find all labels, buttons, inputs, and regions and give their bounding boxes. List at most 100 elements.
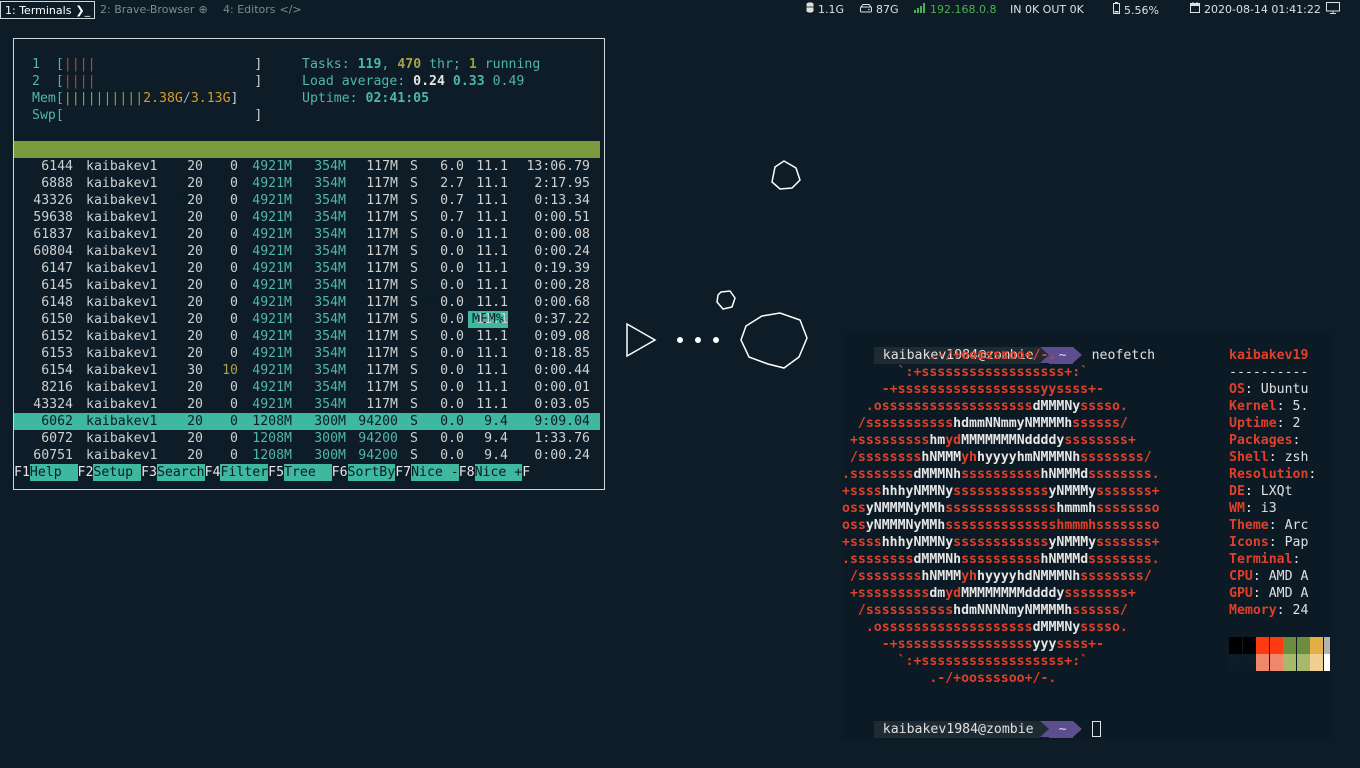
process-table-header[interactable]: PID USER PRI NI VIRT RES SHR S CPU% MEM%… [14, 141, 600, 344]
prompt-arrow-icon [1072, 347, 1082, 363]
info-title: kaibakev19 [1229, 347, 1308, 364]
process-row[interactable]: 60751 kaibakev1 20 0 1208M 300M 94200 S 0.0 9.4 0:… [14, 447, 600, 464]
ascii-art-segment: `:+ssssssssssssssssss+:` [842, 365, 1089, 380]
prompt-line-2[interactable]: kaibakev1984@zombie ~ [842, 704, 1101, 738]
fkey-7-label[interactable]: Nice - [411, 464, 459, 481]
fkey-1-label[interactable]: Help [29, 464, 78, 481]
cell-shr: 117M [366, 278, 398, 293]
cell-pri: 20 [187, 431, 203, 446]
process-row[interactable]: 6152 kaibakev1 20 0 4921M 354M 117M S 0.0 11.1 0:0… [14, 328, 600, 345]
cell-pid: 6062 [41, 414, 73, 429]
fkey-8-label[interactable]: Nice + [474, 464, 523, 481]
process-row[interactable]: 8216 kaibakev1 20 0 4921M 354M 117M S 0.0 11.1 0:0… [14, 379, 600, 396]
fkey-2-label[interactable]: Setup [93, 464, 142, 481]
process-row[interactable]: 6062 kaibakev1 20 0 1208M 300M 94200 S 0.0 9.4 9:0… [14, 413, 600, 430]
workspace-2-brave-browser[interactable]: 2: Brave-Browser ⊕ [96, 1, 212, 18]
ascii-art-segment: hm [929, 433, 946, 448]
process-row[interactable]: 43324 kaibakev1 20 0 4921M 354M 117M S 0.0 11.1 0:… [14, 396, 600, 413]
ascii-art-segment: hyyyyhmNMMMNh [977, 450, 1081, 465]
dot-3 [713, 337, 719, 343]
terminal-icon: ❯_ [75, 4, 91, 17]
cell-mem: 9.4 [484, 448, 508, 463]
terminal-cursor[interactable] [1091, 721, 1101, 737]
cell-shr: 117M [366, 397, 398, 412]
disk-value: 87G [876, 3, 899, 16]
process-row[interactable]: 6154 kaibakev1 30 10 4921M 354M 117M S 0.0 11.1 0:… [14, 362, 600, 379]
fkey-3-label[interactable]: Search [156, 464, 205, 481]
process-row[interactable]: 43326 kaibakev1 20 0 4921M 354M 117M S 0.7 11.1 0:… [14, 192, 600, 209]
fkey-8-key: F8 [458, 465, 475, 480]
process-row[interactable]: 6153 kaibakev1 20 0 4921M 354M 117M S 0.0 11.1 0:1… [14, 345, 600, 362]
cell-shr: 117M [366, 244, 398, 259]
ascii-art-line: +ssssssssshmydMMMMMMMNddddyssssssss+ [842, 432, 1136, 449]
info-value: AMD A [1260, 569, 1309, 584]
fkey-6-label[interactable]: SortBy [347, 464, 396, 481]
hard-drive-icon [860, 2, 872, 18]
workspace-4-editors[interactable]: 4: Editors </> [219, 1, 306, 18]
cell-res: 354M [314, 397, 346, 412]
cell-pid: 60751 [33, 448, 73, 463]
process-row[interactable]: 6145 kaibakev1 20 0 4921M 354M 117M S 0.0 11.1 0:0… [14, 277, 600, 294]
info-key: Packages [1229, 433, 1293, 448]
memory-value: 1.1G [818, 3, 845, 16]
ascii-art-segment: dMMMNh [913, 552, 962, 567]
cell-state: S [410, 295, 418, 310]
memory-status: 1.1G [806, 2, 844, 18]
process-row[interactable]: 6072 kaibakev1 20 0 1208M 300M 94200 S 0.0 9.4 1:3… [14, 430, 600, 447]
info-key: DE [1229, 484, 1245, 499]
datetime-value: 2020-08-14 01:41:22 [1204, 3, 1321, 16]
ascii-art-segment: -+ssssssssssssssssssyyssss+- [842, 382, 1105, 397]
cell-user: kaibakev1 [86, 261, 158, 276]
info-key: Uptime [1229, 416, 1277, 431]
process-row[interactable]: 6888 kaibakev1 20 0 4921M 354M 117M S 2.7 11.1 2:1… [14, 175, 600, 192]
cell-cpu: 0.0 [440, 329, 464, 344]
ascii-art-segment: ssssssso [1096, 518, 1160, 533]
process-row[interactable]: 6148 kaibakev1 20 0 4921M 354M 117M S 0.0 11.1 0:0… [14, 294, 600, 311]
ascii-art-segment: /ssssssss [842, 569, 922, 584]
cell-virt: 4921M [252, 210, 292, 225]
cpu2-label: 2 [ [32, 74, 64, 89]
ascii-art-segment: ssssssss. [1088, 552, 1160, 567]
running-label: running [484, 57, 541, 72]
cell-res: 354M [314, 380, 346, 395]
info-key: Memory [1229, 603, 1277, 618]
battery-value: 5.56% [1124, 4, 1159, 17]
ascii-art-segment: hNMMM [921, 450, 962, 465]
process-row[interactable]: 6150 kaibakev1 20 0 4921M 354M 117M S 0.0 11.1 0:3… [14, 311, 600, 328]
info-os: OS: Ubuntu [1229, 382, 1309, 397]
ascii-art-segment: /ssssssss [842, 450, 922, 465]
process-row[interactable]: 60804 kaibakev1 20 0 4921M 354M 117M S 0.0 11.1 0:… [14, 243, 600, 260]
mem-bars: |||||||||| [63, 91, 144, 106]
ip-address: 192.168.0.8 [930, 3, 997, 16]
cell-mem: 11.1 [476, 295, 508, 310]
cell-pri: 20 [187, 278, 203, 293]
htop-window[interactable]: 1 [|||| ] 2 [|||| ] Mem[||||||||||2.38G/… [13, 38, 605, 490]
process-row[interactable]: 6144 kaibakev1 20 0 4921M 354M 117M S 6.0 11.1 13:… [14, 158, 600, 175]
fkey-4-label[interactable]: Filter [220, 464, 269, 481]
monitor-icon[interactable] [1326, 2, 1340, 18]
fkey-5-label[interactable]: Tree [284, 464, 332, 481]
process-row[interactable]: 61837 kaibakev1 20 0 4921M 354M 117M S 0.0 11.1 0:… [14, 226, 600, 243]
prompt-separator-icon [1039, 721, 1049, 737]
cell-user: kaibakev1 [86, 312, 158, 327]
network-traffic-status: IN 0K OUT 0K [1010, 2, 1084, 18]
neofetch-terminal[interactable]: kaibakev1984@zombie ~ neofetch .-/+oosssso… [842, 330, 1330, 740]
workspace-1-terminals[interactable]: 1: Terminals ❯_ [0, 1, 96, 19]
uptime: Uptime: 02:41:05 [302, 90, 429, 107]
fkey-5-key: F5 [268, 465, 285, 480]
process-row[interactable]: 6147 kaibakev1 20 0 4921M 354M 117M S 0.0 11.1 0:1… [14, 260, 600, 277]
cell-shr: 117M [366, 329, 398, 344]
cell-ni: 0 [230, 278, 238, 293]
info-value: 5. [1284, 399, 1309, 414]
cell-state: S [410, 261, 418, 276]
cell-virt: 4921M [252, 176, 292, 191]
cell-cpu: 0.0 [440, 414, 464, 429]
ascii-art-segment: yd [945, 586, 962, 601]
process-row[interactable]: 59638 kaibakev1 20 0 4921M 354M 117M S 0.7 11.1 0:… [14, 209, 600, 226]
cell-pri: 20 [187, 261, 203, 276]
swap-meter: Swp[ ] [32, 108, 263, 123]
fkey-7-key: F7 [395, 465, 412, 480]
ascii-art-segment: .-/+oossssoo+/-. [842, 348, 1057, 363]
cell-state: S [410, 227, 418, 242]
info-value: 24 [1284, 603, 1309, 618]
